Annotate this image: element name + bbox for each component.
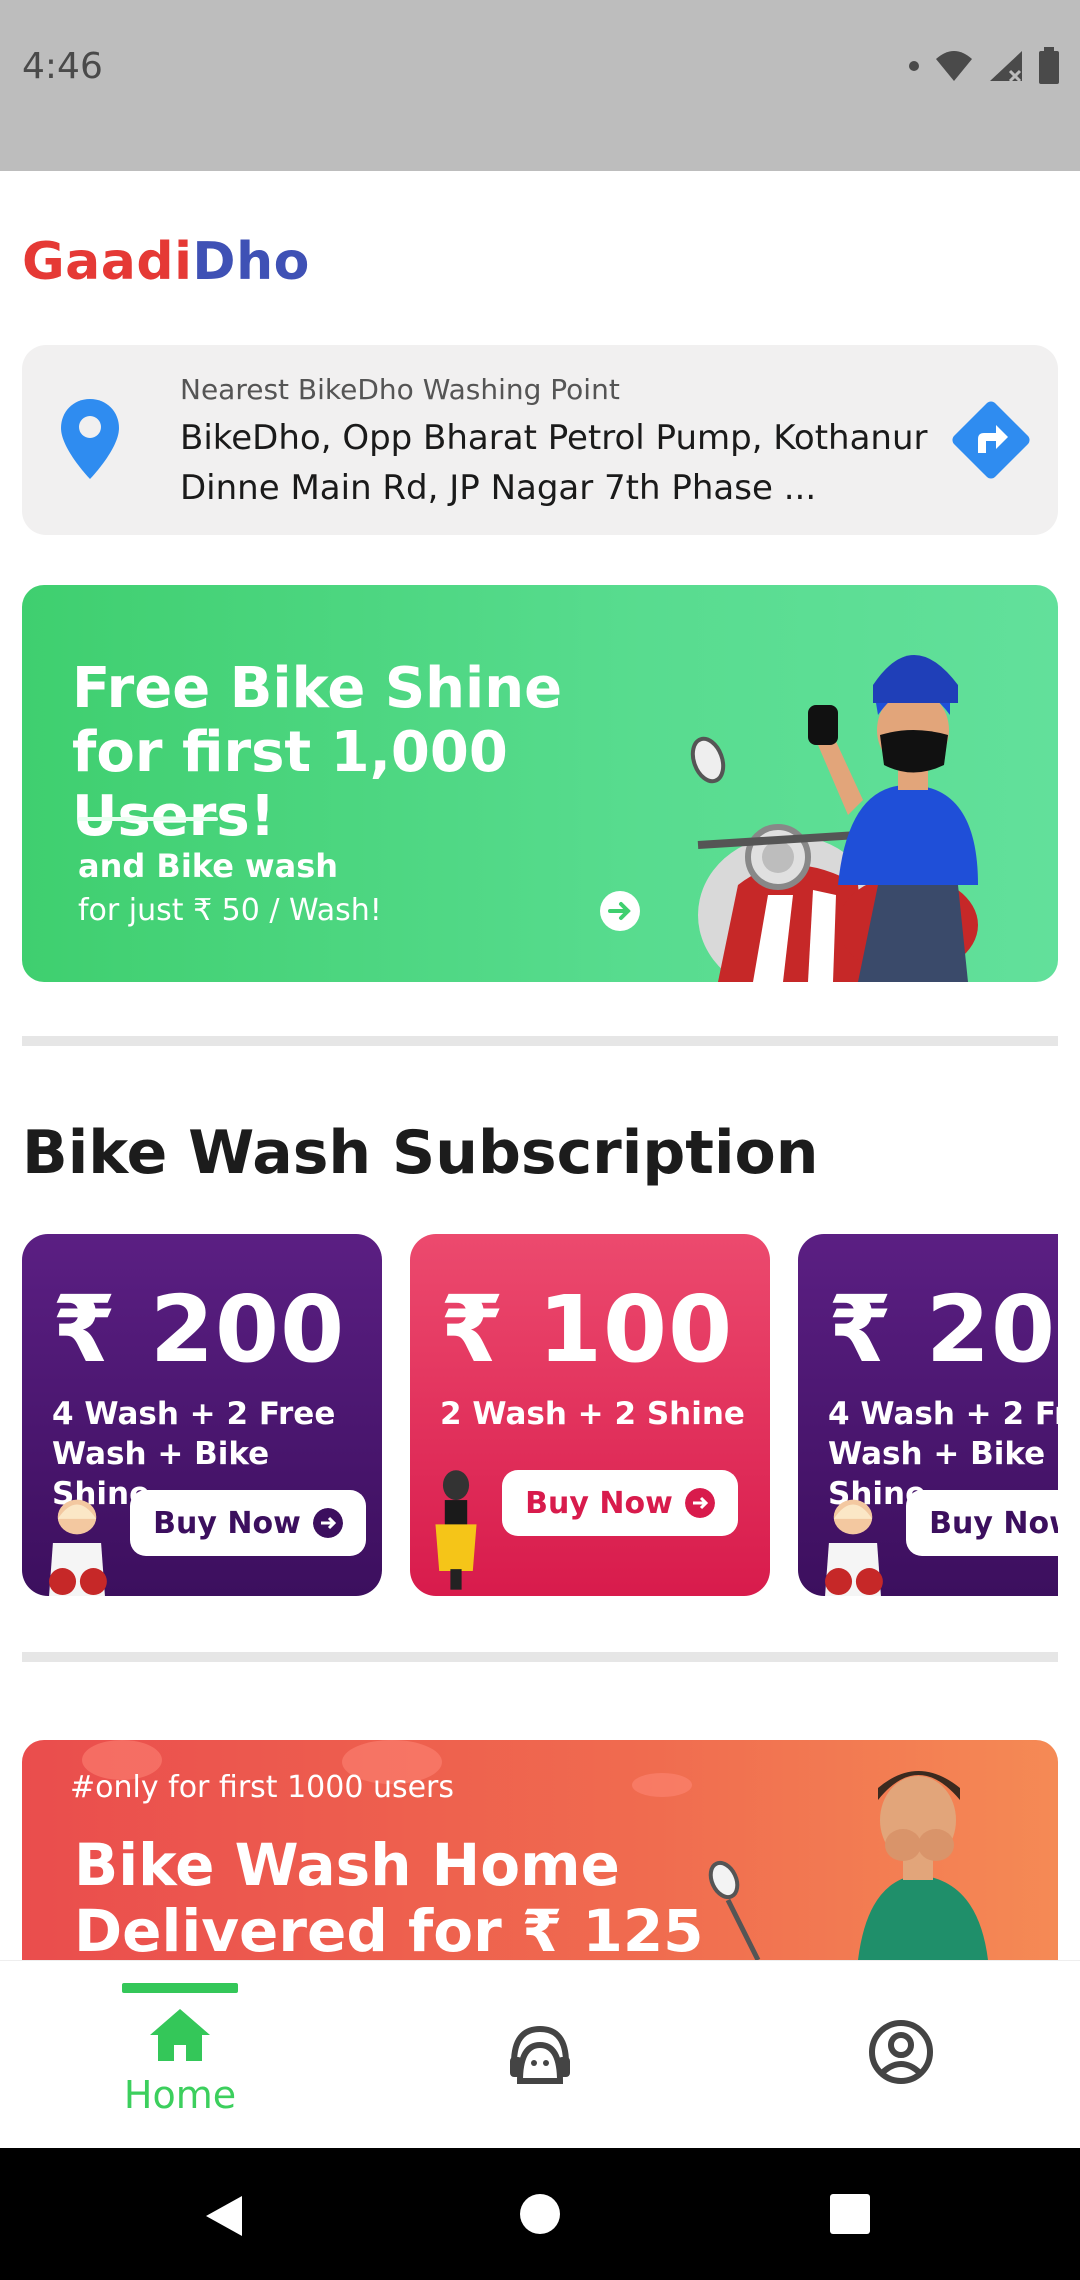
section-divider [22, 1652, 1058, 1662]
buy-now-label: Buy Now [929, 1505, 1058, 1541]
banner-title-line1: Free Bike Shine [72, 656, 563, 721]
location-address: BikeDho, Opp Bharat Petrol Pump, Kothanu… [180, 418, 928, 508]
app-logo: GaadiDho [22, 232, 310, 292]
buy-now-button[interactable]: Buy Now [906, 1490, 1058, 1556]
buy-now-button[interactable]: Buy Now [130, 1490, 366, 1556]
back-icon[interactable] [202, 2192, 246, 2240]
surprised-man-illustration [708, 1771, 988, 1960]
banner-price-text: for just ₹ 50 / Wash! [78, 893, 382, 928]
location-pin-icon [61, 399, 119, 479]
promo-title: Bike Wash Home Delivered for ₹ 125 [74, 1832, 774, 1960]
nav-home[interactable]: Home [0, 1961, 360, 2149]
nav-active-indicator [122, 1983, 238, 1993]
logo-text-part2: Dho [192, 232, 310, 292]
subscription-price: ₹ 200 [52, 1276, 346, 1383]
arrow-right-circle-icon[interactable] [600, 891, 640, 931]
notification-dot-icon [909, 61, 919, 71]
subscription-section-title: Bike Wash Subscription [22, 1118, 819, 1188]
scooter-rider-illustration [690, 655, 978, 982]
arrow-right-circle-icon [684, 1488, 715, 1518]
home-icon [150, 2009, 210, 2061]
scooter-rider-illustration [435, 1470, 477, 1590]
free-shine-banner[interactable]: Free Bike Shine for first 1,000 Users! a… [22, 585, 1058, 982]
scooter-rider-illustration [825, 1499, 883, 1596]
bottom-navigation: Home [0, 1960, 1080, 2148]
buy-now-button[interactable]: Buy Now [502, 1470, 738, 1536]
arrow-right-circle-icon [312, 1508, 343, 1538]
nav-profile[interactable] [720, 1961, 1080, 2149]
profile-icon [869, 2020, 933, 2084]
nearest-location-card[interactable]: Nearest BikeDho Washing Point BikeDho, O… [22, 345, 1058, 535]
directions-icon[interactable] [948, 397, 1034, 483]
system-navigation-bar [0, 2148, 1080, 2280]
home-delivery-banner[interactable]: #only for first 1000 users Bike Wash Hom… [22, 1740, 1058, 1960]
signal-icon [990, 51, 1022, 83]
promo-title-line1: Bike Wash Home [74, 1831, 620, 1899]
location-title: Nearest BikeDho Washing Point [180, 373, 620, 406]
support-icon [510, 2025, 570, 2084]
recents-icon[interactable] [829, 2193, 871, 2235]
subscription-price: ₹ 200 [828, 1276, 1058, 1383]
buy-now-label: Buy Now [525, 1485, 673, 1521]
status-bar: 4:46 [0, 0, 1080, 171]
wifi-icon [936, 51, 972, 81]
banner-title-line2: for first 1,000 Users! [72, 720, 508, 849]
logo-text-part1: Gaadi [22, 232, 193, 292]
buy-now-label: Buy Now [153, 1505, 301, 1541]
battery-icon [1039, 47, 1059, 84]
home-button-icon[interactable] [518, 2192, 562, 2236]
promo-tag: #only for first 1000 users [70, 1770, 455, 1805]
status-time: 4:46 [22, 46, 103, 87]
app-root: 4:46 GaadiDho Nearest BikeDho Washing Po… [0, 0, 1080, 2280]
nav-support[interactable] [360, 1961, 720, 2149]
nav-home-label: Home [123, 2073, 237, 2117]
subscription-card[interactable]: ₹ 100 2 Wash + 2 Shine Buy Now [410, 1234, 770, 1596]
section-divider [22, 1036, 1058, 1046]
subscription-carousel[interactable]: ₹ 200 4 Wash + 2 Free Wash + Bike Shine … [22, 1234, 1058, 1598]
subscription-card[interactable]: ₹ 200 4 Wash + 2 Free Wash + Bike Shine … [22, 1234, 382, 1596]
scooter-rider-illustration [49, 1499, 107, 1596]
banner-subtitle: and Bike wash [78, 847, 339, 885]
subscription-card[interactable]: ₹ 200 4 Wash + 2 Free Wash + Bike Shine … [798, 1234, 1058, 1596]
status-icons [908, 46, 1060, 86]
subscription-price: ₹ 100 [440, 1276, 734, 1383]
subscription-description: 2 Wash + 2 Shine [440, 1396, 745, 1432]
promo-title-line2: Delivered for ₹ 125 [74, 1897, 704, 1960]
banner-divider [78, 817, 218, 821]
